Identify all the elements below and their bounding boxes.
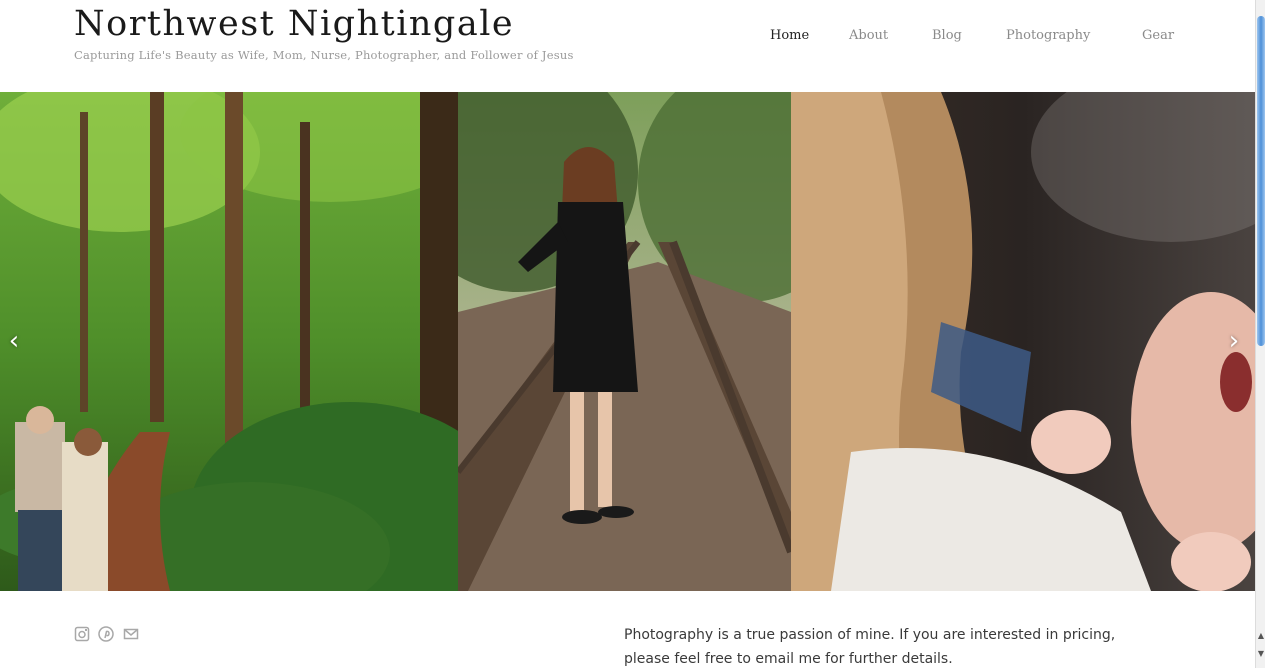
page-scrollbar[interactable]: ▲ ▼ bbox=[1255, 0, 1265, 668]
instagram-icon[interactable] bbox=[74, 626, 90, 642]
gallery-prev-button[interactable]: ‹ bbox=[2, 326, 26, 356]
railroad-portrait-image bbox=[458, 92, 791, 591]
nav-item-photography[interactable]: Photography bbox=[1006, 28, 1090, 43]
nav-item-blog[interactable]: Blog bbox=[932, 28, 962, 43]
gallery-photo-couple[interactable] bbox=[0, 92, 458, 591]
site-tagline: Capturing Life's Beauty as Wife, Mom, Nu… bbox=[74, 48, 574, 62]
couple-forest-image bbox=[0, 92, 458, 591]
chevron-right-icon: › bbox=[1228, 326, 1240, 356]
site-header: Northwest Nightingale Capturing Life's B… bbox=[0, 0, 1255, 92]
nav-item-about[interactable]: About bbox=[849, 28, 888, 43]
nav-item-home[interactable]: Home bbox=[770, 28, 809, 43]
main-nav: Home About Blog Photography Gear bbox=[0, 28, 1255, 48]
newborn-image bbox=[791, 92, 1255, 591]
pinterest-icon[interactable] bbox=[98, 626, 114, 642]
intro-text: Photography is a true passion of mine. I… bbox=[624, 627, 1116, 667]
gallery-photo-newborn[interactable] bbox=[791, 92, 1255, 591]
email-icon[interactable] bbox=[123, 626, 139, 642]
scroll-thumb[interactable] bbox=[1257, 16, 1265, 346]
gallery-photo-railroad[interactable] bbox=[458, 92, 791, 591]
chevron-left-icon: ‹ bbox=[8, 326, 20, 356]
scroll-down-icon[interactable]: ▼ bbox=[1256, 648, 1265, 660]
scroll-up-icon[interactable]: ▲ bbox=[1256, 630, 1265, 642]
photo-gallery: ‹ › bbox=[0, 92, 1255, 591]
nav-item-gear[interactable]: Gear bbox=[1142, 28, 1174, 43]
gallery-next-button[interactable]: › bbox=[1222, 326, 1246, 356]
